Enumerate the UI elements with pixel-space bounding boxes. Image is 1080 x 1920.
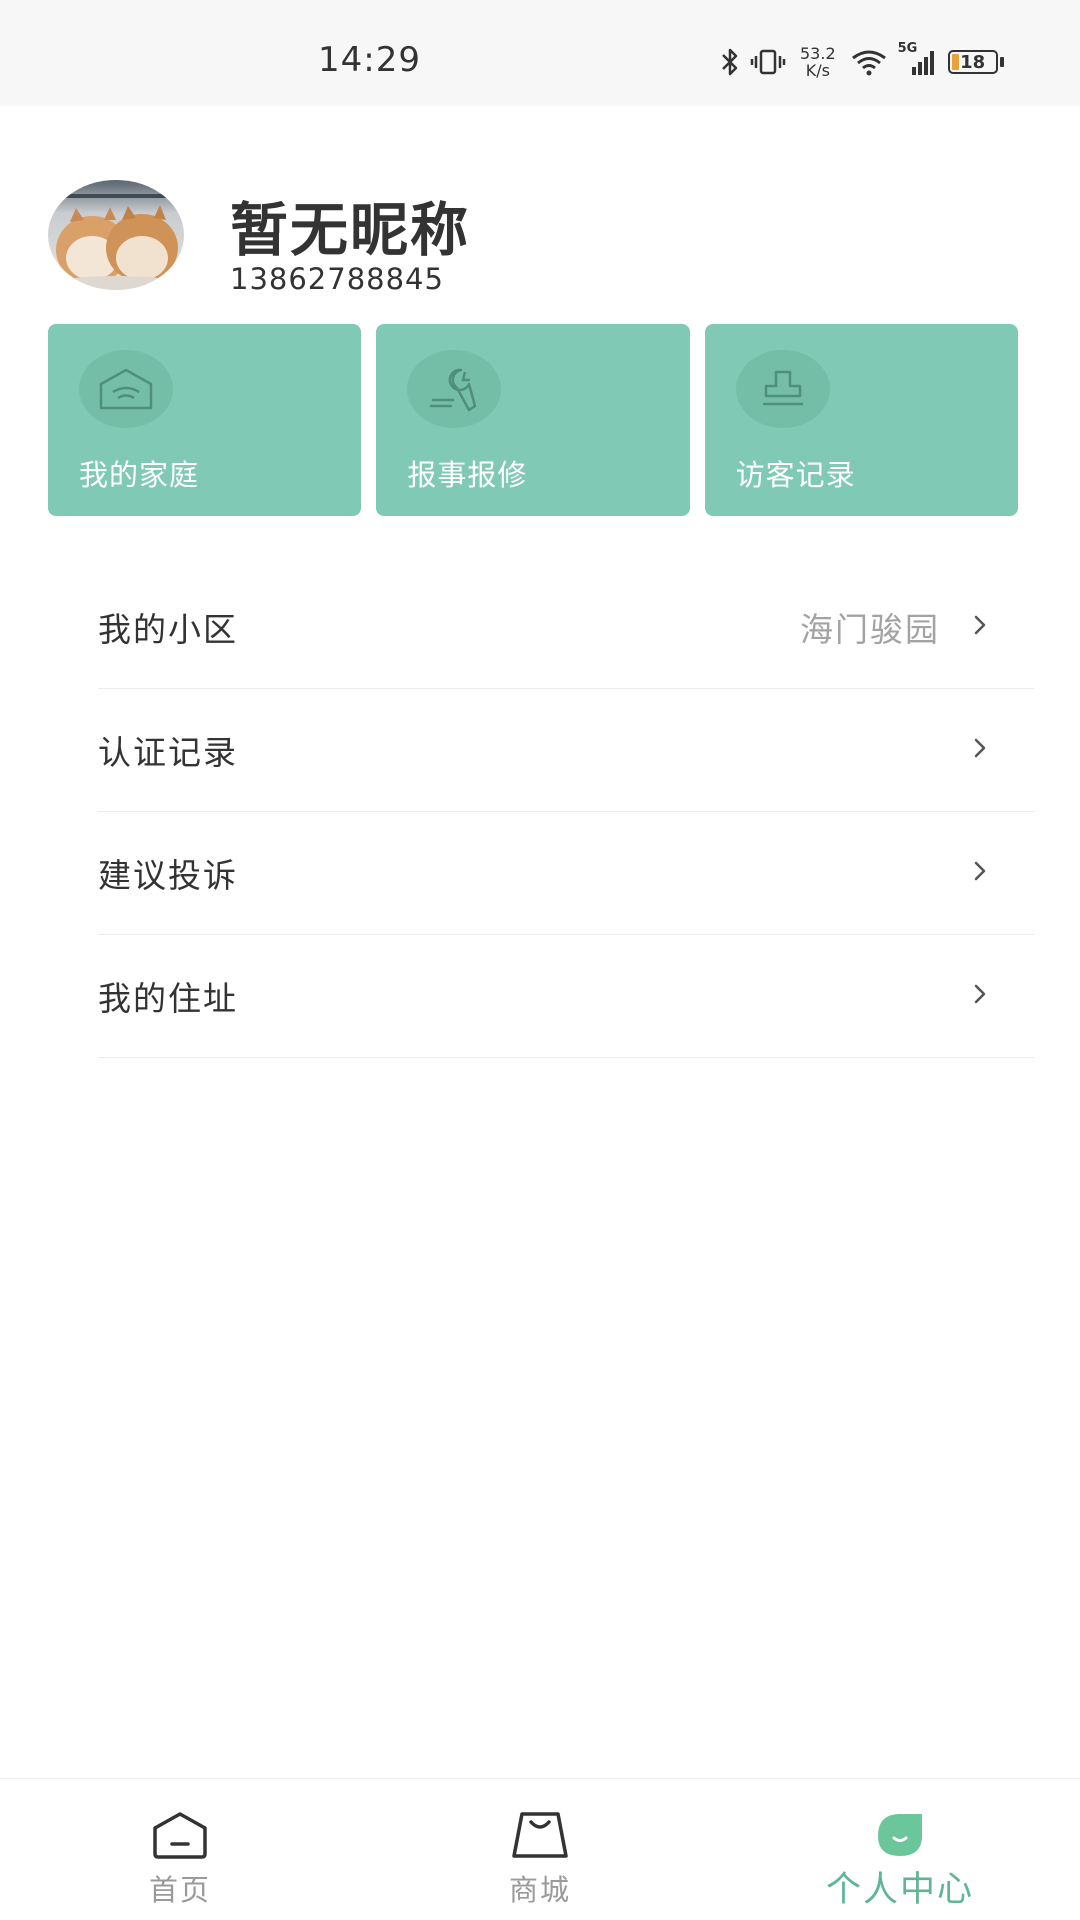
nickname: 暂无昵称 (230, 196, 471, 264)
bluetooth-icon (720, 47, 740, 77)
signal-icon: 5G (898, 41, 938, 77)
avatar[interactable] (48, 180, 184, 290)
my-family-label: 我的家庭 (79, 458, 200, 492)
menu-list: 我的小区 海门骏园 认证记录 建议投诉 我的住址 (98, 566, 1034, 1058)
bottom-tab-bar: 首页 商城 个人中心 (0, 1778, 1080, 1920)
chevron-right-icon (972, 736, 988, 764)
tab-home-label: 首页 (148, 1873, 211, 1907)
visitor-record-card[interactable]: 访客记录 (704, 324, 1018, 516)
menu-item-label: 我的住址 (98, 979, 238, 1018)
battery-icon: 18 (947, 50, 1004, 74)
battery-cap (999, 57, 1004, 67)
status-bar: 14:29 53.2 K/s 5G 18 (0, 0, 1080, 106)
shop-bag-icon (510, 1807, 570, 1863)
profile-leaf-icon (872, 1807, 928, 1863)
phone-number: 13862788845 (230, 262, 444, 296)
menu-item-label: 我的小区 (98, 610, 238, 649)
menu-item-label: 建议投诉 (98, 856, 238, 895)
network-speed: 53.2 K/s (800, 45, 836, 79)
vibrate-icon (750, 47, 786, 77)
wrench-icon (407, 350, 502, 428)
menu-item-label: 认证记录 (98, 733, 238, 772)
tab-profile-label: 个人中心 (825, 1870, 974, 1910)
chevron-right-icon (972, 982, 988, 1010)
network-speed-value: 53.2 (800, 44, 836, 63)
chevron-right-icon (972, 613, 988, 641)
visitor-icon (735, 350, 830, 428)
chevron-right-icon (972, 859, 988, 887)
tab-home[interactable]: 首页 (100, 1779, 260, 1920)
menu-item-my-address[interactable]: 我的住址 (98, 935, 1034, 1058)
status-icons: 53.2 K/s 5G 18 (720, 40, 1004, 84)
battery-level: 18 (960, 51, 986, 73)
battery-body: 18 (947, 50, 998, 74)
menu-item-auth-records[interactable]: 认证记录 (98, 689, 1034, 812)
profile-screen: 14:29 53.2 K/s 5G 18 暂无昵称 13862788845 我的… (0, 0, 1080, 1920)
menu-item-my-community[interactable]: 我的小区 海门骏园 (98, 566, 1034, 689)
visitor-record-label: 访客记录 (735, 458, 856, 492)
menu-item-value: 海门骏园 (800, 610, 940, 649)
home-icon (79, 350, 173, 428)
tab-shop[interactable]: 商城 (460, 1779, 620, 1920)
menu-item-suggestions[interactable]: 建议投诉 (98, 812, 1034, 935)
battery-fill (951, 54, 959, 70)
status-time: 14:29 (318, 40, 421, 80)
quick-actions: 我的家庭 报事报修 访客记录 (48, 324, 1018, 516)
tab-profile[interactable]: 个人中心 (800, 1779, 1000, 1920)
network-speed-unit: K/s (805, 61, 830, 80)
repair-report-card[interactable]: 报事报修 (376, 324, 690, 516)
home-tab-icon (149, 1807, 211, 1863)
my-family-card[interactable]: 我的家庭 (48, 324, 362, 516)
wifi-icon (850, 47, 888, 77)
repair-report-label: 报事报修 (407, 458, 528, 492)
tab-shop-label: 商城 (508, 1873, 571, 1907)
